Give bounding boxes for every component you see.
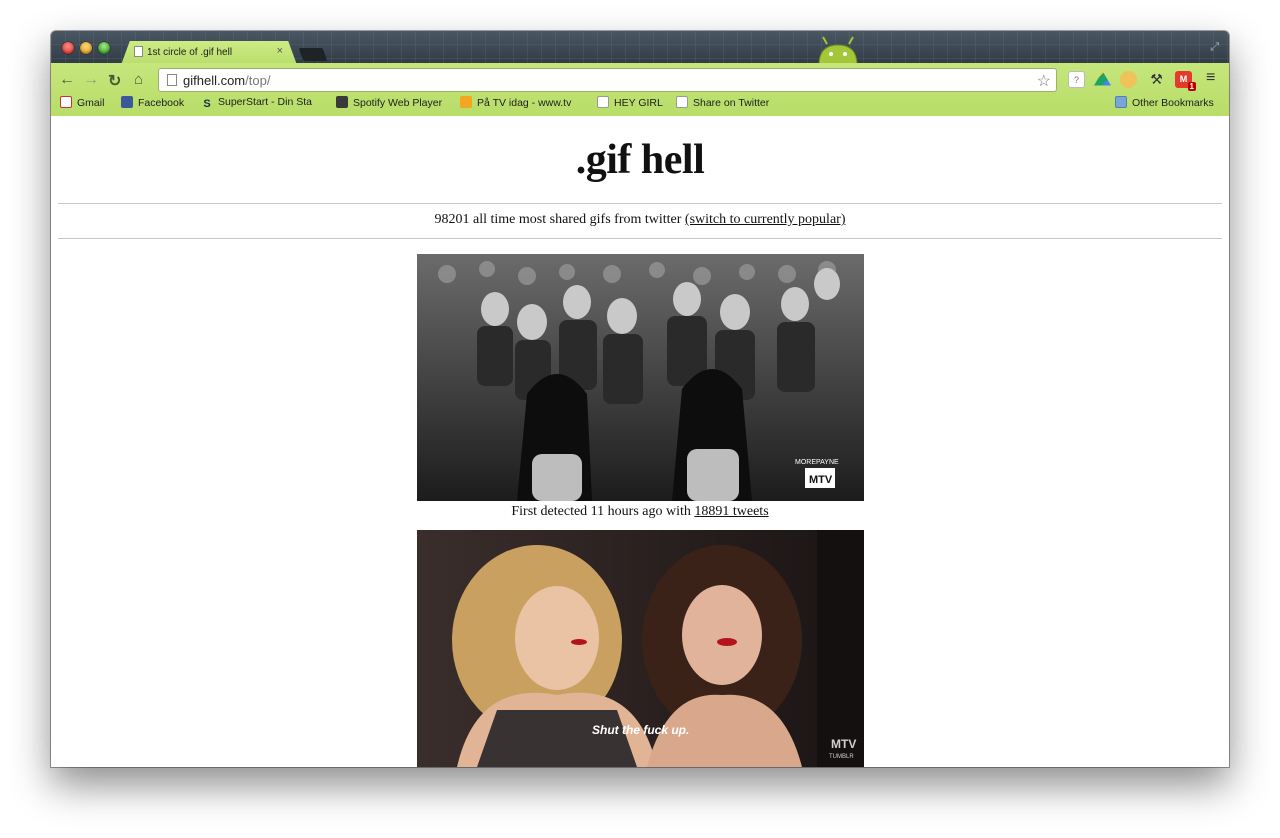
bookmark-hey-girl[interactable]: HEY GIRL bbox=[597, 96, 663, 109]
gif-image[interactable]: MOREPAYNE MTV bbox=[417, 254, 864, 501]
gif-subtitle-text: Shut the fuck up. bbox=[592, 723, 689, 737]
bookmark-star-icon[interactable]: ☆ bbox=[1037, 71, 1051, 91]
divider bbox=[58, 238, 1222, 239]
crowd-gif-image: MOREPAYNE MTV bbox=[417, 254, 864, 501]
folder-icon bbox=[1115, 96, 1127, 108]
tab-close-icon[interactable]: × bbox=[277, 45, 283, 57]
tool-extension-icon[interactable]: ⚒ bbox=[1148, 71, 1165, 88]
url-text[interactable]: gifhell.com/top/ bbox=[183, 73, 270, 88]
page-content: .gif hell 98201 all time most shared gif… bbox=[51, 116, 1229, 767]
subtitle: 98201 all time most shared gifs from twi… bbox=[51, 212, 1229, 228]
page-icon bbox=[167, 74, 177, 86]
subtitle-text: 98201 all time most shared gifs from twi… bbox=[434, 212, 685, 227]
mtv-logo-text: MTV bbox=[831, 737, 856, 751]
gif-watermark: MOREPAYNE bbox=[795, 459, 839, 466]
url-path: /top/ bbox=[245, 73, 271, 88]
close-window-button[interactable] bbox=[62, 42, 74, 54]
bookmark-label: Facebook bbox=[138, 97, 185, 109]
bookmark-label: Share on Twitter bbox=[693, 97, 770, 109]
document-icon bbox=[597, 96, 609, 108]
maximize-window-button[interactable] bbox=[98, 42, 110, 54]
divider bbox=[58, 203, 1222, 204]
new-tab-button[interactable] bbox=[298, 48, 328, 61]
gmail-icon bbox=[60, 96, 72, 108]
gif-caption: First detected 11 hours ago with 18891 t… bbox=[51, 504, 1229, 520]
browser-window: 1st circle of .gif hell × ⤢ ← → ↻ ⌂ gifh… bbox=[51, 31, 1229, 767]
document-icon bbox=[676, 96, 688, 108]
bookmark-gmail[interactable]: Gmail bbox=[60, 96, 104, 109]
bookmark-share-twitter[interactable]: Share on Twitter bbox=[676, 96, 769, 109]
page-favicon-icon bbox=[134, 46, 143, 57]
bookmark-spotify[interactable]: Spotify Web Player bbox=[336, 96, 442, 109]
tweets-link[interactable]: 18891 tweets bbox=[694, 504, 768, 519]
bookmark-label: Other Bookmarks bbox=[1132, 97, 1214, 109]
bookmark-superstart[interactable]: S SuperStart - Din Sta bbox=[201, 96, 321, 110]
tumblr-watermark: TUMBLR bbox=[829, 754, 854, 760]
gif-image[interactable]: Shut the fuck up. MTV TUMBLR bbox=[417, 530, 864, 767]
bookmark-label: SuperStart - Din Sta bbox=[218, 96, 312, 108]
bookmark-label: På TV idag - www.tv bbox=[477, 97, 572, 109]
bookmark-tv[interactable]: På TV idag - www.tv bbox=[460, 96, 582, 109]
fullscreen-icon[interactable]: ⤢ bbox=[1210, 41, 1219, 54]
switch-popular-link[interactable]: (switch to currently popular) bbox=[685, 212, 846, 227]
minimize-window-button[interactable] bbox=[80, 42, 92, 54]
mtv-logo-text: MTV bbox=[809, 474, 833, 486]
back-icon[interactable]: ← bbox=[59, 71, 75, 89]
site-title: .gif hell bbox=[575, 137, 705, 183]
tv-icon bbox=[460, 96, 472, 108]
bookmark-label: Gmail bbox=[77, 97, 105, 109]
browser-tab[interactable]: 1st circle of .gif hell × bbox=[121, 41, 297, 65]
caption-text: First detected 11 hours ago with bbox=[511, 504, 695, 519]
tab-title: 1st circle of .gif hell bbox=[147, 47, 233, 58]
browser-toolbar: ← → ↻ ⌂ gifhell.com/top/ ☆ ? ⚒ M1 ≡ Gmai… bbox=[51, 63, 1229, 121]
face-extension-icon[interactable] bbox=[1120, 71, 1137, 88]
bookmarks-bar: Gmail Facebook S SuperStart - Din Sta Spo… bbox=[51, 93, 1229, 113]
bookmark-label: Spotify Web Player bbox=[353, 97, 443, 109]
menu-icon[interactable]: ≡ bbox=[1206, 69, 1215, 87]
url-host: gifhell.com bbox=[183, 73, 246, 88]
superstart-icon: S bbox=[203, 98, 211, 110]
home-icon[interactable]: ⌂ bbox=[134, 71, 143, 88]
android-theme-icon bbox=[818, 36, 858, 65]
title-bar: 1st circle of .gif hell × ⤢ bbox=[51, 31, 1229, 65]
spotify-icon bbox=[336, 96, 348, 108]
mail-count-badge: 1 bbox=[1187, 82, 1196, 91]
facebook-icon bbox=[121, 96, 133, 108]
google-drive-icon[interactable] bbox=[1094, 71, 1111, 86]
other-bookmarks[interactable]: Other Bookmarks bbox=[1115, 96, 1214, 109]
forward-icon[interactable]: → bbox=[83, 71, 99, 89]
help-extension-icon[interactable]: ? bbox=[1068, 71, 1085, 88]
gmail-notifier-icon[interactable]: M1 bbox=[1175, 71, 1196, 91]
address-bar[interactable]: gifhell.com/top/ ☆ bbox=[158, 68, 1057, 92]
bookmark-label: HEY GIRL bbox=[614, 97, 663, 109]
reload-icon[interactable]: ↻ bbox=[108, 71, 121, 91]
bookmark-facebook[interactable]: Facebook bbox=[121, 96, 184, 109]
women-gif-image: Shut the fuck up. MTV TUMBLR bbox=[417, 530, 864, 767]
